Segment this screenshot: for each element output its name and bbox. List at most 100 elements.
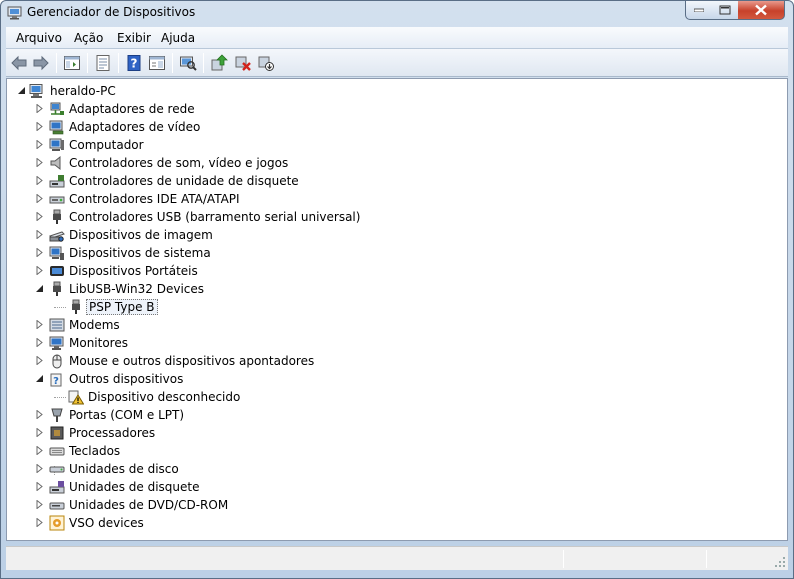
minimize-button[interactable] [685, 1, 713, 20]
tree-item-unidades-de-dvd[interactable]: Unidades de DVD/CD-ROM [7, 496, 607, 514]
expand-arrow-icon[interactable] [35, 122, 44, 131]
expand-arrow-icon[interactable] [35, 428, 44, 437]
floppy-drive-icon [49, 479, 65, 495]
close-button[interactable] [738, 1, 785, 20]
tree-item-unidades-de-disco[interactable]: Unidades de disco [7, 460, 607, 478]
tree-item-computador[interactable]: Computador [7, 136, 607, 154]
expand-arrow-icon[interactable] [35, 338, 44, 347]
speaker-icon [49, 155, 65, 171]
tree-item-psp-type-b[interactable]: PSP Type B [7, 298, 607, 316]
toolbar-separator [87, 53, 88, 73]
menu-acao[interactable]: Ação [74, 31, 103, 45]
tree-item-monitores[interactable]: Monitores [7, 334, 607, 352]
tree-item-controladores-ide[interactable]: Controladores IDE ATA/ATAPI [7, 190, 607, 208]
expand-arrow-icon[interactable] [35, 500, 44, 509]
expand-arrow-icon[interactable] [35, 158, 44, 167]
processor-icon [49, 425, 65, 441]
tree-item-portas[interactable]: Portas (COM e LPT) [7, 406, 607, 424]
tree-item-controladores-de-unidade-de-disquete[interactable]: Controladores de unidade de disquete [7, 172, 607, 190]
tree-item-dispositivo-desconhecido[interactable]: Dispositivo desconhecido [7, 388, 607, 406]
scan-hardware-button[interactable] [178, 53, 198, 73]
expand-arrow-icon[interactable] [35, 482, 44, 491]
expand-arrow-icon[interactable] [35, 266, 44, 275]
expand-arrow-icon[interactable] [35, 230, 44, 239]
tree-item-adaptadores-de-rede[interactable]: Adaptadores de rede [7, 100, 607, 118]
tree-item-unidades-de-disquete[interactable]: Unidades de disquete [7, 478, 607, 496]
uninstall-icon [235, 56, 251, 71]
disable-device-icon [258, 56, 274, 71]
tree-item-label: Monitores [69, 336, 128, 350]
tree-item-libusb-win32-devices[interactable]: LibUSB-Win32 Devices [7, 280, 607, 298]
tree-item-label: Adaptadores de rede [69, 102, 195, 116]
toolbar-separator [118, 53, 119, 73]
expand-arrow-icon[interactable] [35, 212, 44, 221]
tree-item-adaptadores-de-video[interactable]: Adaptadores de vídeo [7, 118, 607, 136]
expand-arrow-icon[interactable] [35, 446, 44, 455]
tree-item-label: Unidades de disquete [69, 480, 200, 494]
expand-arrow-icon[interactable] [35, 248, 44, 257]
tree-item-label: Teclados [69, 444, 121, 458]
tree-item-controladores-usb[interactable]: Controladores USB (barramento serial uni… [7, 208, 607, 226]
forward-button[interactable] [31, 53, 51, 73]
expand-arrow-icon[interactable] [35, 464, 44, 473]
toolbar-separator [203, 53, 204, 73]
expand-arrow-icon[interactable] [35, 194, 44, 203]
collapse-arrow-icon[interactable] [17, 86, 26, 95]
tree-item-vso-devices[interactable]: VSO devices [7, 514, 607, 532]
show-hide-console-tree-button[interactable] [62, 53, 82, 73]
menu-exibir[interactable]: Exibir [117, 31, 151, 45]
status-separator [706, 550, 707, 568]
expand-arrow-icon[interactable] [35, 320, 44, 329]
ide-controller-icon [49, 191, 65, 207]
tree-item-dispositivos-de-imagem[interactable]: Dispositivos de imagem [7, 226, 607, 244]
menu-bar: Arquivo Ação Exibir Ajuda [6, 27, 788, 49]
tree-root[interactable]: heraldo-PC [7, 82, 607, 100]
tree-item-processadores[interactable]: Processadores [7, 424, 607, 442]
tree-item-dispositivos-portateis[interactable]: Dispositivos Portáteis [7, 262, 607, 280]
status-separator [563, 550, 564, 568]
title-bar[interactable]: Gerenciador de Dispositivos [1, 1, 793, 25]
expand-arrow-icon[interactable] [35, 140, 44, 149]
expand-arrow-icon[interactable] [35, 176, 44, 185]
network-adapter-icon [49, 101, 65, 117]
svg-text:?: ? [131, 57, 138, 71]
tree-item-teclados[interactable]: Teclados [7, 442, 607, 460]
window-title: Gerenciador de Dispositivos [27, 5, 196, 19]
device-tree[interactable]: heraldo-PC Adaptadores de rede Adaptador… [6, 78, 788, 541]
disable-device-button[interactable] [256, 53, 276, 73]
collapse-arrow-icon[interactable] [35, 374, 44, 383]
expand-arrow-icon[interactable] [35, 518, 44, 527]
help-button[interactable]: ? [124, 53, 144, 73]
tree-item-label: Outros dispositivos [69, 372, 184, 386]
resize-grip-icon[interactable] [774, 556, 786, 568]
tree-item-label: Unidades de disco [69, 462, 179, 476]
collapse-arrow-icon[interactable] [35, 284, 44, 293]
expand-arrow-icon[interactable] [35, 104, 44, 113]
back-button[interactable] [9, 53, 29, 73]
maximize-icon [719, 5, 731, 15]
tree-item-dispositivos-de-sistema[interactable]: Dispositivos de sistema [7, 244, 607, 262]
tree-item-label: Mouse e outros dispositivos apontadores [69, 354, 315, 368]
expand-arrow-icon[interactable] [35, 410, 44, 419]
update-driver-button[interactable] [209, 53, 229, 73]
menu-arquivo[interactable]: Arquivo [16, 31, 62, 45]
tree-item-controladores-de-som[interactable]: Controladores de som, vídeo e jogos [7, 154, 607, 172]
menu-ajuda[interactable]: Ajuda [161, 31, 195, 45]
unknown-device-warning-icon [68, 389, 85, 405]
tree-item-mouse[interactable]: Mouse e outros dispositivos apontadores [7, 352, 607, 370]
tree-item-outros-dispositivos[interactable]: ? Outros dispositivos [7, 370, 607, 388]
system-device-icon [49, 245, 65, 261]
tree-item-modems[interactable]: Modems [7, 316, 607, 334]
maximize-button[interactable] [712, 1, 739, 20]
device-manager-app-icon [7, 5, 22, 20]
show-hide-console-tree-icon [64, 56, 80, 70]
action-pane-button[interactable] [147, 53, 167, 73]
computer-icon [49, 137, 65, 153]
properties-button[interactable] [93, 53, 113, 73]
expand-arrow-icon[interactable] [35, 356, 44, 365]
uninstall-button[interactable] [233, 53, 253, 73]
scan-hardware-icon [180, 56, 197, 71]
tree-item-label: Computador [69, 138, 144, 152]
toolbar: ? [6, 49, 788, 77]
tree-item-label: Adaptadores de vídeo [69, 120, 201, 134]
